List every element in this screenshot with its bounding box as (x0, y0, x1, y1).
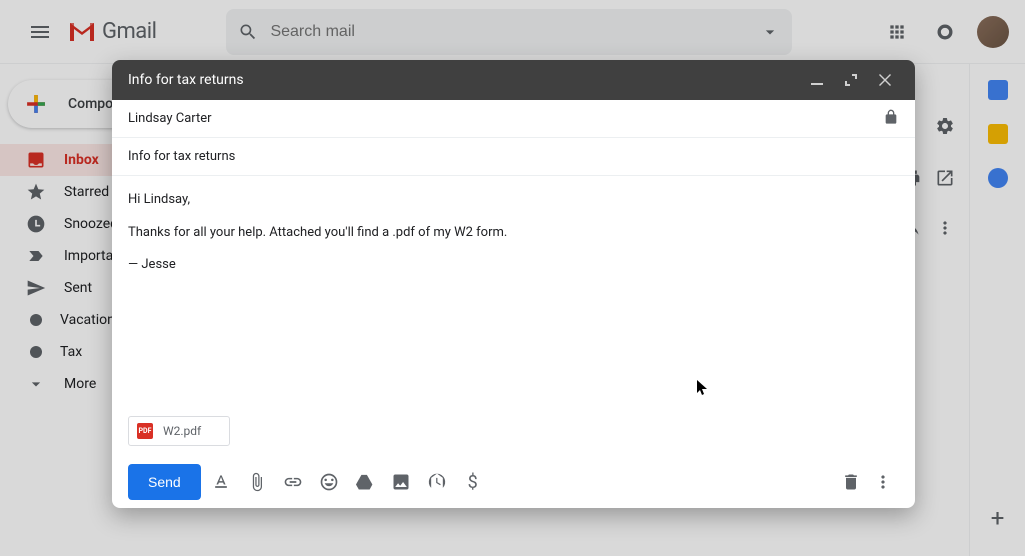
fullscreen-button[interactable] (837, 66, 865, 94)
money-button[interactable]: $ (457, 466, 489, 498)
compose-title: Info for tax returns (128, 72, 244, 88)
discard-button[interactable] (835, 466, 867, 498)
close-icon (879, 74, 891, 86)
drive-icon (355, 472, 375, 492)
more-options-button[interactable] (867, 466, 899, 498)
link-icon (283, 472, 303, 492)
confidential-lock-icon[interactable] (883, 109, 899, 129)
drive-button[interactable] (349, 466, 381, 498)
close-button[interactable] (871, 66, 899, 94)
attachment-chip[interactable]: PDF W2.pdf (128, 416, 230, 446)
minimize-button[interactable] (803, 66, 831, 94)
compose-header[interactable]: Info for tax returns (112, 60, 915, 100)
image-button[interactable] (385, 466, 417, 498)
compose-body[interactable]: Hi Lindsay, Thanks for all your help. At… (112, 176, 915, 416)
lock-clock-icon (427, 472, 447, 492)
send-button[interactable]: Send (128, 464, 201, 500)
body-signature: — Jesse (128, 253, 899, 278)
subject-text: Info for tax returns (128, 149, 235, 164)
more-vert-icon (873, 472, 893, 492)
compose-toolbar: Send $ (112, 456, 915, 508)
confidential-button[interactable] (421, 466, 453, 498)
link-button[interactable] (277, 466, 309, 498)
expand-icon (845, 74, 857, 86)
attachments-row: PDF W2.pdf (112, 416, 915, 456)
body-line: Thanks for all your help. Attached you'l… (128, 221, 899, 246)
subject-field[interactable]: Info for tax returns (112, 138, 915, 176)
body-line: Hi Lindsay, (128, 188, 899, 213)
attachment-name: W2.pdf (163, 424, 201, 438)
recipient-chip[interactable]: Lindsay Carter (128, 111, 212, 126)
pdf-icon: PDF (137, 423, 153, 439)
paperclip-icon (247, 472, 267, 492)
image-icon (391, 472, 411, 492)
text-format-icon (211, 472, 231, 492)
recipients-field[interactable]: Lindsay Carter (112, 100, 915, 138)
formatting-button[interactable] (205, 466, 237, 498)
minimize-icon (811, 74, 823, 86)
compose-window: Info for tax returns Lindsay Carter Info… (112, 60, 915, 508)
dollar-icon: $ (468, 472, 478, 493)
emoji-icon (319, 472, 339, 492)
emoji-button[interactable] (313, 466, 345, 498)
attach-button[interactable] (241, 466, 273, 498)
trash-icon (841, 472, 861, 492)
